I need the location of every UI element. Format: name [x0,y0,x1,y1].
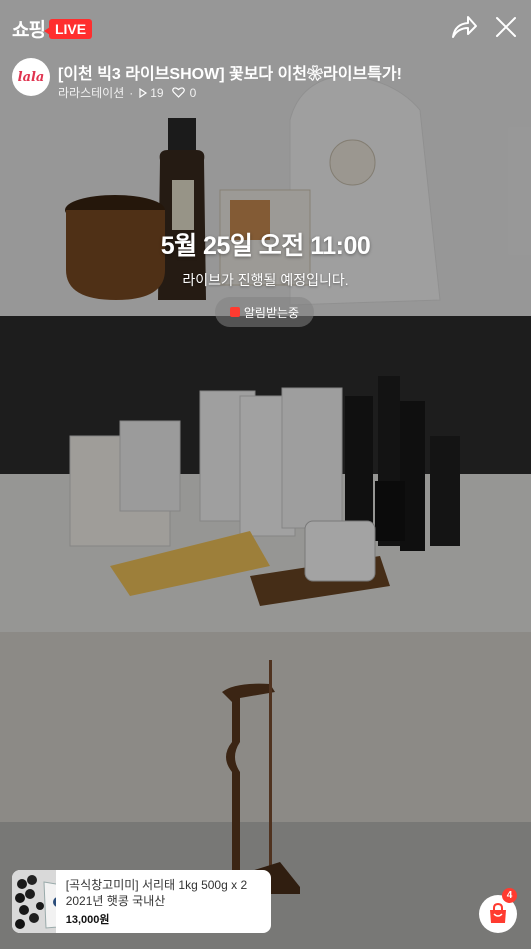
product-card[interactable]: [곡식창고미미] 서리태 1kg 500g x 2 2021년 햇콩 국내산 1… [12,870,271,933]
product-thumbnail [12,870,56,933]
cart-count-badge: 4 [502,888,517,903]
meta-separator: · [129,85,134,100]
schedule-info: 5월 25일 오전 11:00 라이브가 진행될 예정입니다. [0,226,531,290]
live-badge: LIVE [43,18,93,39]
scheduled-datetime: 5월 25일 오전 11:00 [160,232,371,260]
like-count: 0 [189,85,197,100]
schedule-notice: 라이브가 진행될 예정입니다. [182,272,349,288]
product-info: [곡식창고미미] 서리태 1kg 500g x 2 2021년 햇콩 국내산 1… [56,870,271,933]
channel-name[interactable]: 라라스테이션 [58,84,124,101]
brand-label: 쇼핑 [12,19,46,41]
play-icon [139,87,148,98]
share-button[interactable] [450,14,478,40]
alarm-label: 알림받는중 [243,305,300,320]
alarm-button[interactable]: 알림받는중 [215,297,314,327]
channel-info: lala [이천 빅3 라이브SHOW] 꽃보다 이천❀라이브특가! 라라스테이… [12,58,522,101]
share-icon [452,16,477,38]
alarm-bell-icon [229,307,240,317]
black-bean-image [12,870,56,933]
avatar-logo-text: lala [17,69,45,85]
live-title: [이천 빅3 라이브SHOW] 꽃보다 이천❀라이브특가! [58,66,402,83]
view-count: 19 [150,85,164,100]
product-price: 13,000원 [65,914,110,926]
shopping-bag-icon [490,903,506,923]
channel-avatar[interactable]: lala [12,58,50,96]
top-bar: 쇼핑 LIVE [0,0,531,56]
close-button[interactable] [494,15,518,39]
live-viewer: 쇼핑 LIVE lala [이천 빅3 라이브SHOW] 꽃보다 이천❀라이브특… [0,0,531,949]
shopping-live-logo: 쇼핑 LIVE [12,15,93,42]
close-icon [496,17,516,37]
like-stat: 0 [171,85,197,100]
product-name: [곡식창고미미] 서리태 1kg 500g x 2 2021년 햇콩 국내산 [65,878,248,908]
dim-overlay [0,0,531,949]
channel-meta: 라라스테이션 · 19 0 [58,84,196,101]
heart-icon [171,87,185,98]
